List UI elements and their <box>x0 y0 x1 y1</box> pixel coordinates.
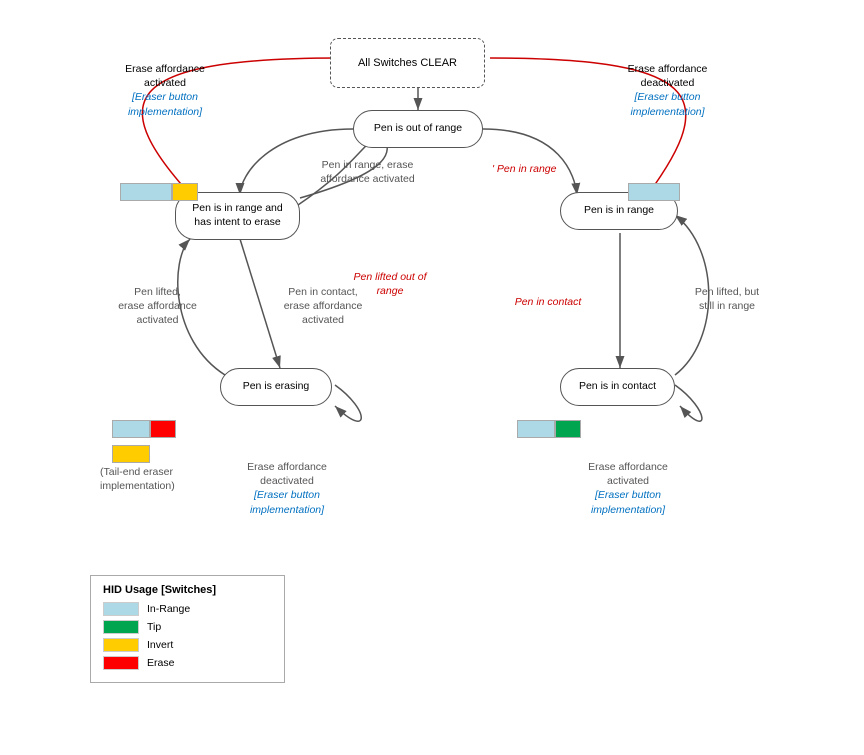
all-switches-clear-node: All Switches CLEAR <box>330 38 485 88</box>
legend-color-invert <box>103 638 139 652</box>
bar-blue-3 <box>112 420 150 438</box>
legend-row-erase: Erase <box>103 656 272 670</box>
label-pen-in-range-erase: Pen in range, eraseaffordance activated <box>290 158 445 186</box>
bar-yellow-1 <box>172 183 198 201</box>
pen-out-of-range-node: Pen is out of range <box>353 110 483 148</box>
bar-group-mid-left <box>112 420 176 438</box>
bar-red-1 <box>150 420 176 438</box>
bar-group-top-left <box>120 183 198 201</box>
bar-green-1 <box>555 420 581 438</box>
diagram: All Switches CLEAR Pen is out of range P… <box>0 0 864 755</box>
bar-group-mid-right <box>517 420 581 438</box>
pen-in-contact-node: Pen is in contact <box>560 368 675 406</box>
legend-color-tip <box>103 620 139 634</box>
pen-erasing-node: Pen is erasing <box>220 368 332 406</box>
legend-row-inrange: In-Range <box>103 602 272 616</box>
bar-blue-4 <box>517 420 555 438</box>
label-pen-in-range: ' Pen in range <box>492 162 567 176</box>
label-erase-deactivated-below: Erase affordancedeactivated[Eraser butto… <box>222 460 352 517</box>
bar-blue-2 <box>628 183 680 201</box>
legend-color-inrange <box>103 602 139 616</box>
legend-label-inrange: In-Range <box>147 603 190 615</box>
label-erase-deactivated-right: Erase affordancedeactivated[Eraser butto… <box>595 62 740 119</box>
label-pen-in-contact-erase: Pen in contact,erase affordanceactivated <box>258 285 388 328</box>
label-erase-activated-below-right: Erase affordanceactivated[Eraser buttoni… <box>558 460 698 517</box>
bar-group-top-right <box>628 183 680 201</box>
legend-title: HID Usage [Switches] <box>103 584 272 596</box>
legend-color-erase <box>103 656 139 670</box>
legend-row-tip: Tip <box>103 620 272 634</box>
bar-blue-1 <box>120 183 172 201</box>
legend-label-tip: Tip <box>147 621 161 633</box>
label-pen-lifted-erase: Pen lifted,erase affordanceactivated <box>100 285 215 328</box>
legend-label-invert: Invert <box>147 639 173 651</box>
bar-yellow-2 <box>112 445 150 463</box>
legend-label-erase: Erase <box>147 657 174 669</box>
legend: HID Usage [Switches] In-Range Tip Invert… <box>90 575 285 683</box>
label-erase-activated-left: Erase affordanceactivated[Eraser buttoni… <box>100 62 230 119</box>
label-tail-end: (Tail-end eraserimplementation) <box>100 465 230 493</box>
label-pen-in-contact-right: Pen in contact <box>508 295 588 309</box>
label-pen-lifted-still-range: Pen lifted, butstill in range <box>672 285 782 313</box>
legend-row-invert: Invert <box>103 638 272 652</box>
bar-group-yellow-bottom <box>112 445 150 463</box>
